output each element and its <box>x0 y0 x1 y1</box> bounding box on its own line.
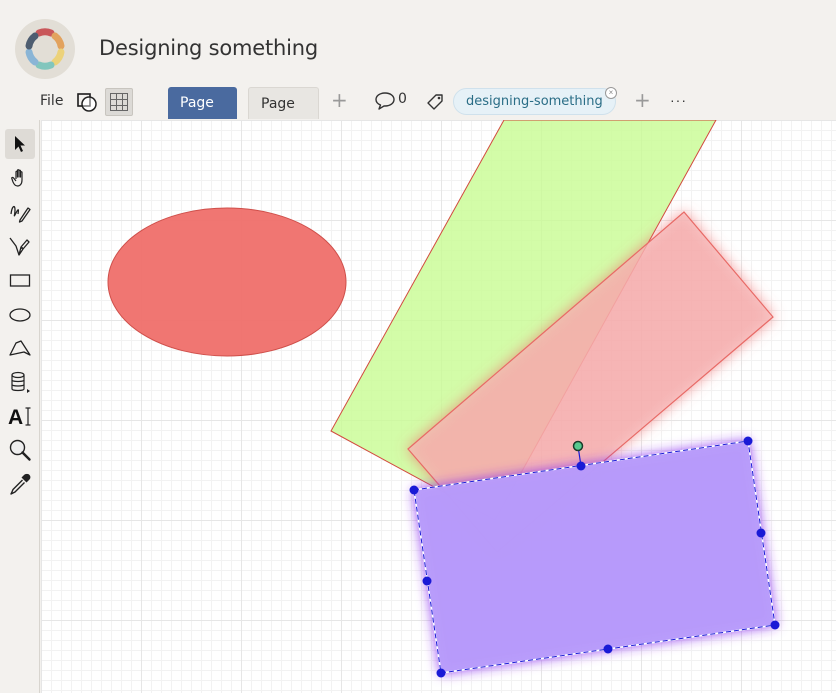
file-menu[interactable]: File <box>40 93 63 109</box>
comment-icon <box>375 92 395 110</box>
tool-pen[interactable] <box>5 231 35 261</box>
resize-handle-top-left[interactable] <box>409 485 419 495</box>
tag-icon <box>427 94 443 110</box>
resize-handle-left[interactable] <box>422 576 432 586</box>
pointer-icon <box>15 136 25 152</box>
ellipse-icon <box>9 308 31 322</box>
tool-polygon[interactable] <box>5 333 35 363</box>
drawing-canvas[interactable] <box>41 120 836 693</box>
tool-pan[interactable] <box>5 163 35 193</box>
magnifier-icon <box>9 439 31 461</box>
rotate-handle[interactable] <box>572 440 584 452</box>
resize-handle-bottom-left[interactable] <box>436 668 446 678</box>
app-header: Designing something File Page 1 Page 2 +… <box>0 0 836 144</box>
comments-button[interactable] <box>371 87 399 115</box>
more-menu-button[interactable]: ··· <box>670 92 687 108</box>
add-tag-button[interactable]: + <box>634 88 651 112</box>
tag-button[interactable] <box>421 88 449 116</box>
rectangle-icon <box>9 274 31 287</box>
polygon-icon <box>9 340 31 356</box>
pencil-icon <box>10 205 31 223</box>
resize-handle-bottom[interactable] <box>603 644 613 654</box>
grid-icon <box>110 93 128 111</box>
tool-zoom[interactable] <box>5 435 35 465</box>
tool-database[interactable] <box>5 367 35 397</box>
svg-text:A: A <box>8 406 23 428</box>
document-title[interactable]: Designing something <box>99 36 318 60</box>
tool-ellipse[interactable] <box>5 299 35 329</box>
text-icon: A <box>8 406 31 428</box>
resize-handle-top[interactable] <box>576 461 586 471</box>
remove-tag-icon[interactable]: × <box>605 87 617 99</box>
tool-rectangle[interactable] <box>5 265 35 295</box>
hand-icon <box>11 169 23 187</box>
resize-handle-bottom-right[interactable] <box>770 620 780 630</box>
tool-eyedropper[interactable] <box>5 469 35 499</box>
tool-text[interactable]: A <box>5 401 35 431</box>
resize-handle-right[interactable] <box>756 528 766 538</box>
add-page-button[interactable]: + <box>331 88 348 112</box>
red-ellipse[interactable] <box>107 207 347 357</box>
tab-page-2[interactable]: Page 2 <box>248 87 319 144</box>
logo-icon <box>25 28 65 70</box>
tool-sidebar: A <box>0 120 40 693</box>
tag-chip[interactable]: designing-something <box>453 88 616 115</box>
tool-select[interactable] <box>5 129 35 159</box>
eyedropper-icon <box>10 473 31 495</box>
comment-count: 0 <box>398 91 407 107</box>
tab-page-1[interactable]: Page 1 <box>168 87 237 143</box>
shapes-icon <box>77 93 97 112</box>
resize-handle-top-right[interactable] <box>743 436 753 446</box>
cylinder-icon <box>11 371 30 393</box>
tool-freehand[interactable] <box>5 197 35 227</box>
grid-toggle-button[interactable] <box>105 88 133 116</box>
shapes-button[interactable] <box>73 88 101 116</box>
pen-icon <box>9 237 30 256</box>
app-logo[interactable] <box>15 19 75 79</box>
canvas-svg <box>107 120 780 678</box>
